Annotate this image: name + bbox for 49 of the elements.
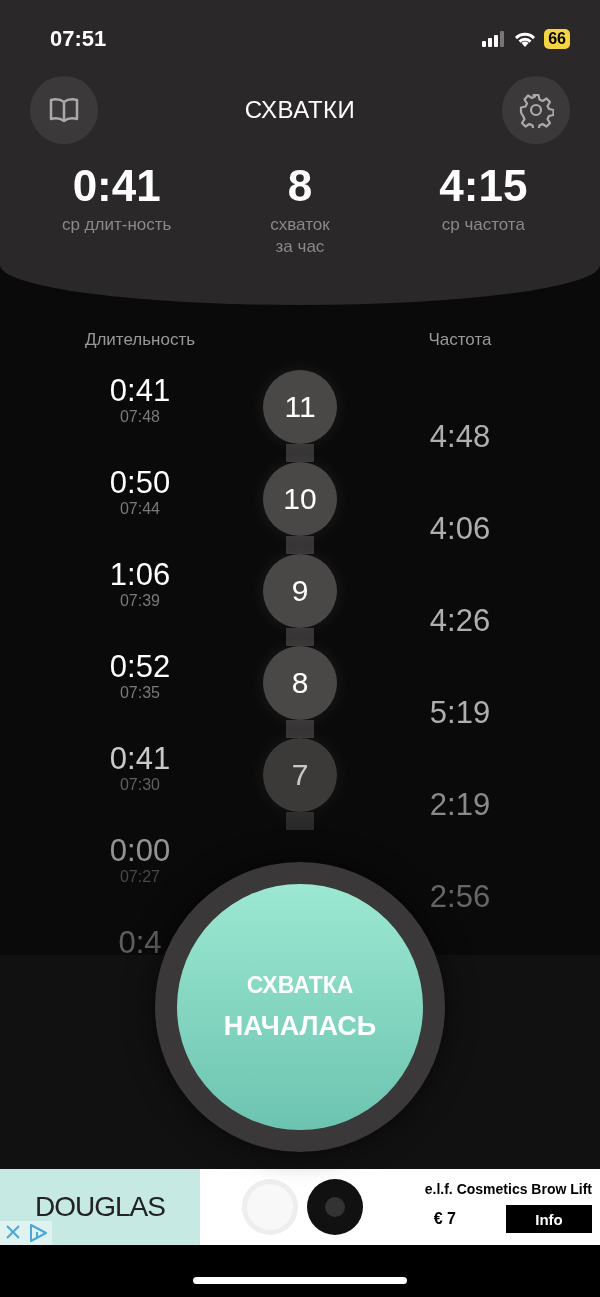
start-time: 07:27 [119, 868, 160, 886]
price: € 7 [433, 1210, 456, 1228]
timeline-connector [286, 444, 314, 462]
stat-label: ср длит-ность [60, 214, 173, 236]
contraction-number: 10 [263, 462, 337, 536]
settings-icon [518, 92, 554, 128]
battery-level: 66 [544, 29, 570, 49]
contraction-number: 9 [263, 554, 337, 628]
start-time: 07:44 [119, 500, 160, 518]
start-time: 07:39 [119, 592, 160, 610]
column-header: Длительность [84, 330, 196, 351]
duration-value: 0:41 [109, 374, 171, 408]
start-time: 07:35 [119, 684, 160, 702]
column-header: Частота [428, 330, 492, 351]
book-icon [48, 96, 80, 124]
stat-value: 4:15 [439, 162, 528, 210]
timeline-connector [286, 628, 314, 646]
wifi-icon [514, 31, 537, 47]
duration-value: 1:06 [109, 558, 171, 592]
ad-banner[interactable]: DOUGLAS e.l.f. Cosmetics Brow Lift € 7 Info [0, 1169, 600, 1245]
status-time: 07:51 [50, 26, 107, 52]
stat-value: 8 [287, 162, 313, 210]
frequency-value: 4:26 [429, 604, 491, 640]
start-time: 07:48 [119, 408, 160, 426]
screen-title: СХВАТКИ [244, 96, 356, 124]
timeline-connector [286, 720, 314, 738]
duration-value: 0:52 [109, 650, 171, 684]
timeline-connector [286, 812, 314, 830]
ad-title: e.l.f. Cosmetics Brow Lift [424, 1181, 592, 1197]
contraction-number: 8 [263, 646, 337, 720]
frequency-value: 4:06 [429, 512, 491, 548]
duration-value: 0:00 [109, 834, 171, 868]
stat-label: схваток за час [269, 214, 331, 258]
stat-value: 0:41 [72, 162, 161, 210]
start-time: 07:30 [119, 776, 160, 794]
frequency-value: 2:19 [429, 788, 491, 824]
duration-value: 0:50 [109, 466, 171, 500]
frequency-value: 5:19 [429, 696, 491, 732]
timeline-connector [286, 536, 314, 554]
stat-label: ср частота [440, 214, 526, 236]
signal-icon [482, 31, 507, 47]
frequency-value: 2:56 [429, 880, 491, 916]
contraction-number: 7 [263, 738, 337, 812]
duration-value: 0:41 [109, 742, 171, 776]
info-button[interactable]: Info [506, 1205, 592, 1233]
contraction-number: 11 [263, 370, 337, 444]
duration-value: 0:4 [118, 926, 162, 955]
brand-logo: DOUGLAS [35, 1191, 165, 1223]
frequency-value: 4:48 [429, 420, 491, 456]
